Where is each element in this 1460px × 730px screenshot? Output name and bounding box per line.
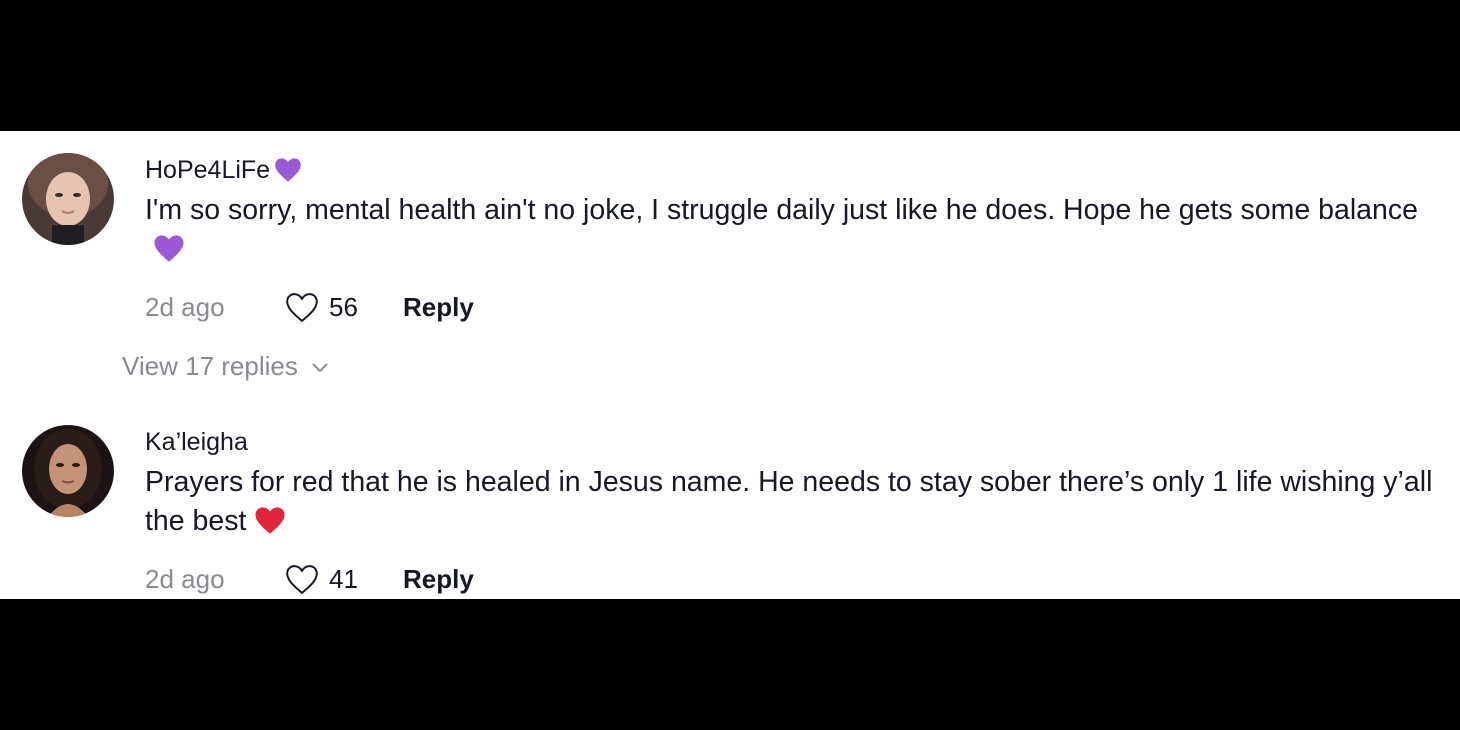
reply-button[interactable]: Reply — [403, 564, 474, 595]
reply-button[interactable]: Reply — [403, 292, 474, 323]
comment-text: I'm so sorry, mental health ain't no jok… — [145, 191, 1440, 274]
purple-heart-icon — [274, 157, 302, 183]
red-heart-icon — [254, 506, 286, 546]
comments-panel: HoPe4LiFe I'm so sorry, mental health ai… — [0, 131, 1460, 599]
comment-text: Prayers for red that he is healed in Jes… — [145, 463, 1440, 546]
like-count: 41 — [329, 563, 358, 594]
comment-meta: 2d ago 41 Reply — [145, 559, 1440, 599]
comment-time: 2d ago — [145, 291, 225, 322]
like-count: 56 — [329, 291, 358, 322]
comment-time: 2d ago — [145, 563, 225, 594]
like-button[interactable]: 56 — [285, 292, 403, 323]
username[interactable]: HoPe4LiFe — [145, 151, 1440, 189]
heart-outline-icon[interactable] — [285, 292, 319, 323]
username[interactable]: Ka’leigha — [145, 423, 1440, 461]
like-button[interactable]: 41 — [285, 564, 403, 595]
heart-outline-icon[interactable] — [285, 564, 319, 595]
avatar[interactable] — [22, 425, 114, 517]
chevron-down-icon[interactable] — [310, 360, 330, 374]
comment-meta: 2d ago 56 Reply — [145, 287, 1440, 327]
avatar[interactable] — [22, 153, 114, 245]
view-replies-button[interactable]: View 17 replies — [122, 351, 330, 382]
purple-heart-icon — [153, 234, 185, 274]
